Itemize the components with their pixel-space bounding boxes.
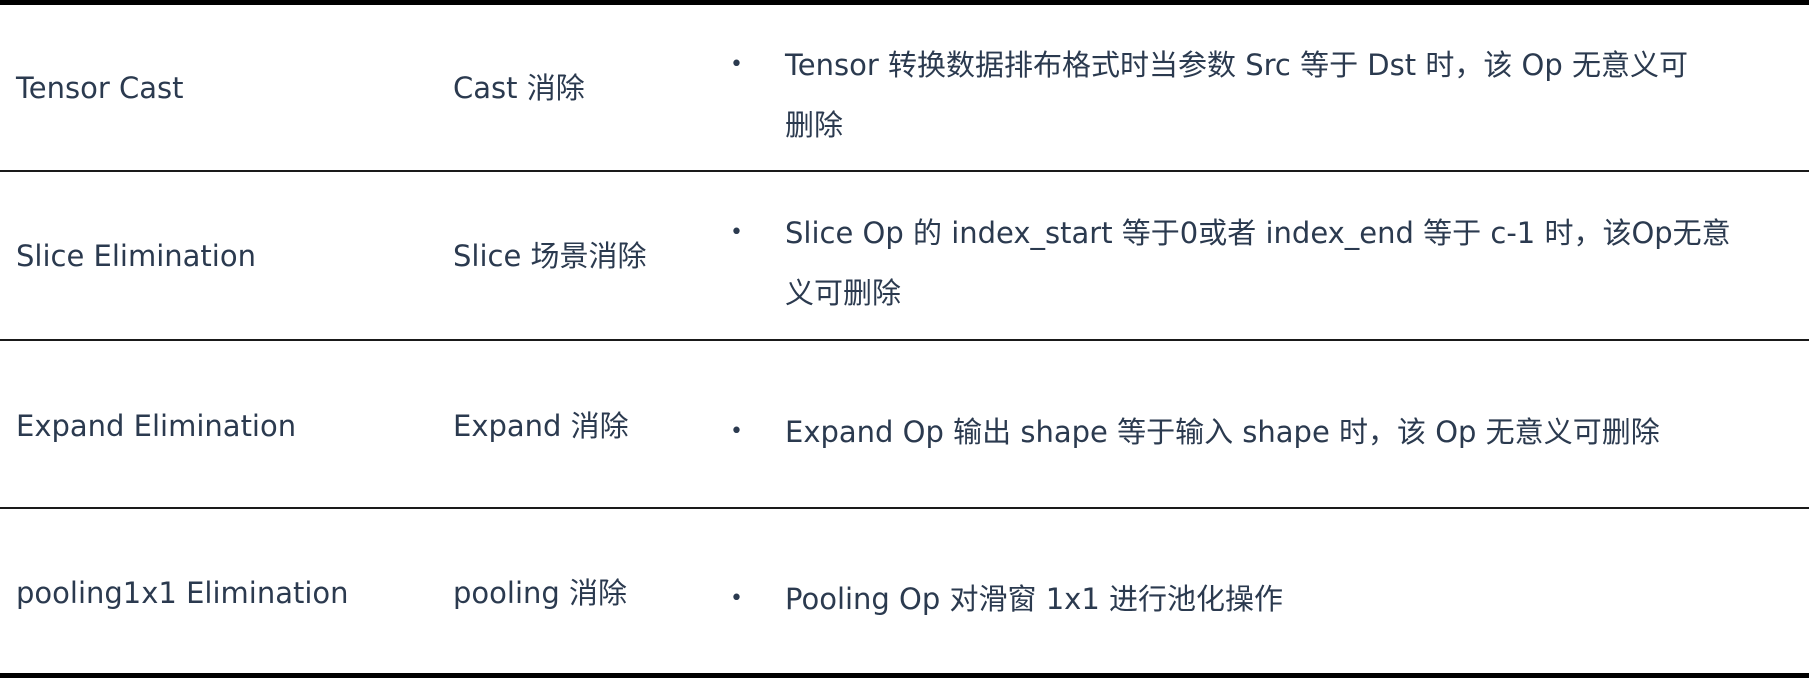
table-row: Expand Elimination Expand 消除 • Expand Op…: [0, 339, 1809, 509]
row-name: Expand Elimination: [16, 409, 297, 443]
row-name: Slice Elimination: [16, 239, 256, 273]
bullet-marker: •: [730, 52, 743, 77]
description-text: Tensor 转换数据排布格式时当参数 Src 等于 Dst 时，该 Op 无意…: [785, 35, 1809, 155]
table-bottom-rule: [0, 673, 1809, 678]
row-short-name: Expand 消除: [453, 409, 629, 443]
description-text: Expand Op 输出 shape 等于输入 shape 时，该 Op 无意义…: [785, 402, 1809, 462]
row-short-name: Slice 场景消除: [453, 239, 647, 273]
description-line: Slice Op 的 index_start 等于0或者 index_end 等…: [785, 216, 1731, 250]
row-short-name: Cast 消除: [453, 71, 585, 105]
description-line: Expand Op 输出 shape 等于输入 shape 时，该 Op 无意义…: [785, 415, 1660, 449]
description-text: Slice Op 的 index_start 等于0或者 index_end 等…: [785, 203, 1809, 323]
table-row: Slice Elimination Slice 场景消除 • Slice Op …: [0, 170, 1809, 340]
bullet-marker: •: [730, 220, 743, 245]
bullet-marker: •: [730, 586, 743, 611]
bullet-marker: •: [730, 419, 743, 444]
row-name: pooling1x1 Elimination: [16, 576, 349, 610]
description-line: Pooling Op 对滑窗 1x1 进行池化操作: [785, 582, 1284, 616]
description-text: Pooling Op 对滑窗 1x1 进行池化操作: [785, 569, 1809, 629]
description-line: 义可删除: [785, 276, 902, 310]
row-short-name: pooling 消除: [453, 576, 628, 610]
description-line: Tensor 转换数据排布格式时当参数 Src 等于 Dst 时，该 Op 无意…: [785, 48, 1688, 82]
description-line: 删除: [785, 108, 844, 142]
elimination-table: Tensor Cast Cast 消除 • Tensor 转换数据排布格式时当参…: [0, 0, 1809, 680]
table-row: pooling1x1 Elimination pooling 消除 • Pool…: [0, 507, 1809, 677]
row-name: Tensor Cast: [16, 71, 184, 105]
table-row: Tensor Cast Cast 消除 • Tensor 转换数据排布格式时当参…: [0, 0, 1809, 170]
